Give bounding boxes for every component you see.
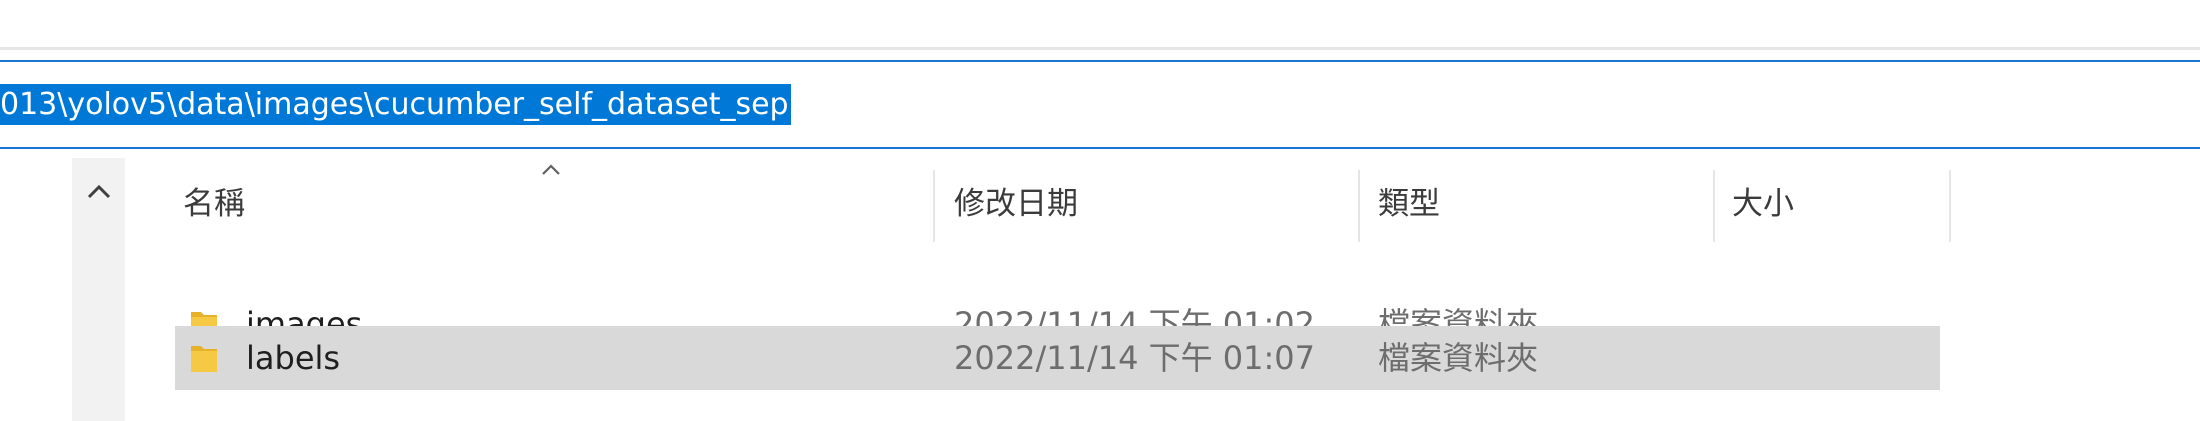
file-explorer-window: 013\yolov5\data\images\cucumber_self_dat… — [0, 0, 2200, 421]
nav-scroll-up-button[interactable] — [72, 172, 125, 212]
item-modified-date: 2022/11/14 下午 01:07 — [954, 339, 1316, 377]
toolbar-divider — [0, 47, 2200, 50]
column-divider[interactable] — [1949, 170, 1951, 242]
column-header-size[interactable]: 大小 — [1732, 158, 1952, 242]
address-path-selected[interactable]: 013\yolov5\data\images\cucumber_self_dat… — [0, 84, 791, 125]
item-type: 檔案資料夾 — [1378, 339, 1539, 377]
column-header-type-label: 類型 — [1378, 185, 1440, 222]
chevron-up-icon — [87, 184, 110, 199]
column-divider[interactable] — [1713, 170, 1715, 242]
address-bar[interactable]: 013\yolov5\data\images\cucumber_self_dat… — [0, 60, 2200, 149]
navigation-pane[interactable] — [72, 158, 125, 421]
file-list: 名稱 修改日期 類型 大小 images 2022/11/14 下午 01:02… — [125, 158, 2200, 421]
column-header-modified[interactable]: 修改日期 — [954, 158, 1354, 242]
column-header-size-label: 大小 — [1732, 185, 1794, 222]
column-header-type[interactable]: 類型 — [1378, 158, 1708, 242]
column-header-modified-label: 修改日期 — [954, 185, 1078, 222]
column-divider[interactable] — [1358, 170, 1360, 242]
column-header-name-label: 名稱 — [183, 185, 245, 222]
item-name: labels — [246, 339, 341, 377]
column-divider[interactable] — [933, 170, 935, 242]
column-header-name[interactable]: 名稱 — [183, 158, 1058, 242]
folder-icon — [191, 346, 217, 372]
list-item-selected[interactable]: labels 2022/11/14 下午 01:07 檔案資料夾 — [175, 326, 1940, 390]
